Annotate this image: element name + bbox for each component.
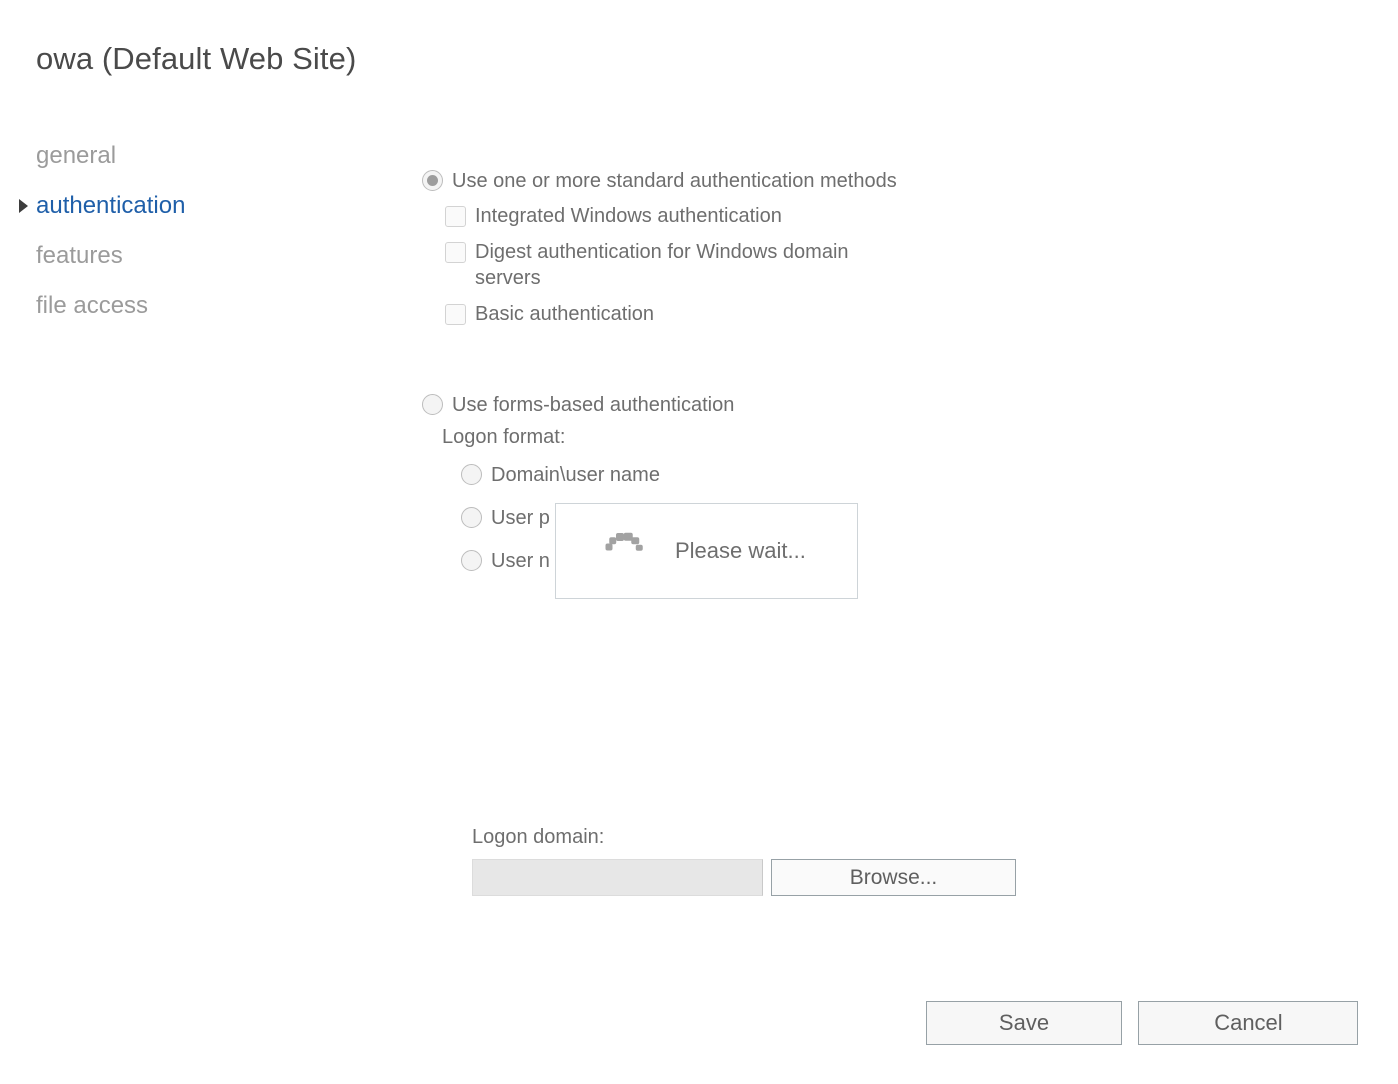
logon-domain-label: Logon domain: bbox=[472, 826, 1016, 849]
please-wait-text: Please wait... bbox=[675, 538, 806, 564]
standard-auth-radio-row[interactable]: Use one or more standard authentication … bbox=[422, 168, 897, 194]
integrated-windows-auth-checkbox[interactable] bbox=[445, 206, 466, 227]
please-wait-dialog: Please wait... bbox=[555, 503, 858, 599]
logon-format-domain-user-radio[interactable] bbox=[461, 464, 482, 485]
footer-button-bar: Save Cancel bbox=[926, 1001, 1358, 1045]
logon-format-domain-user-row[interactable]: Domain\user name bbox=[461, 462, 734, 488]
digest-auth-label: Digest authentication for Windows domain… bbox=[475, 239, 849, 291]
digest-auth-checkbox[interactable] bbox=[445, 242, 466, 263]
standard-auth-group: Use one or more standard authentication … bbox=[422, 168, 897, 327]
sidebar-item-features[interactable]: features bbox=[0, 231, 380, 281]
forms-auth-radio-row[interactable]: Use forms-based authentication bbox=[422, 392, 734, 418]
forms-auth-radio[interactable] bbox=[422, 394, 443, 415]
logon-domain-input[interactable] bbox=[472, 859, 763, 896]
basic-auth-checkbox[interactable] bbox=[445, 304, 466, 325]
sidebar-item-label: file access bbox=[36, 292, 148, 319]
sidebar-item-general[interactable]: general bbox=[0, 131, 380, 181]
logon-format-domain-user-label: Domain\user name bbox=[491, 462, 660, 488]
logon-format-user-name-radio[interactable] bbox=[461, 550, 482, 571]
selected-arrow-icon bbox=[19, 199, 28, 213]
logon-domain-block: Logon domain: Browse... bbox=[472, 826, 1016, 896]
cancel-button[interactable]: Cancel bbox=[1138, 1001, 1358, 1045]
basic-auth-label: Basic authentication bbox=[475, 301, 654, 327]
loading-spinner-icon bbox=[601, 528, 647, 574]
integrated-windows-auth-row[interactable]: Integrated Windows authentication bbox=[445, 203, 897, 229]
sidebar-item-file-access[interactable]: file access bbox=[0, 281, 380, 331]
logon-format-user-principal-label: User p bbox=[491, 505, 550, 531]
logon-format-user-principal-radio[interactable] bbox=[461, 507, 482, 528]
integrated-windows-auth-label: Integrated Windows authentication bbox=[475, 203, 782, 229]
standard-auth-methods-list: Integrated Windows authentication Digest… bbox=[445, 203, 897, 327]
sidebar-item-authentication[interactable]: authentication bbox=[0, 181, 380, 231]
save-button[interactable]: Save bbox=[926, 1001, 1122, 1045]
basic-auth-row[interactable]: Basic authentication bbox=[445, 301, 897, 327]
logon-format-label: Logon format: bbox=[442, 424, 734, 450]
logon-format-user-name-label: User n bbox=[491, 548, 550, 574]
page-title: owa (Default Web Site) bbox=[36, 41, 356, 77]
digest-auth-row[interactable]: Digest authentication for Windows domain… bbox=[445, 239, 897, 291]
forms-auth-radio-label: Use forms-based authentication bbox=[452, 392, 734, 418]
sidebar-item-label: authentication bbox=[36, 192, 185, 219]
standard-auth-radio[interactable] bbox=[422, 170, 443, 191]
sidebar-item-label: features bbox=[36, 242, 123, 269]
sidebar-nav: general authentication features file acc… bbox=[0, 131, 380, 331]
standard-auth-radio-label: Use one or more standard authentication … bbox=[452, 168, 897, 194]
logon-domain-controls: Browse... bbox=[472, 859, 1016, 896]
browse-button[interactable]: Browse... bbox=[771, 859, 1016, 896]
sidebar-item-label: general bbox=[36, 142, 116, 169]
